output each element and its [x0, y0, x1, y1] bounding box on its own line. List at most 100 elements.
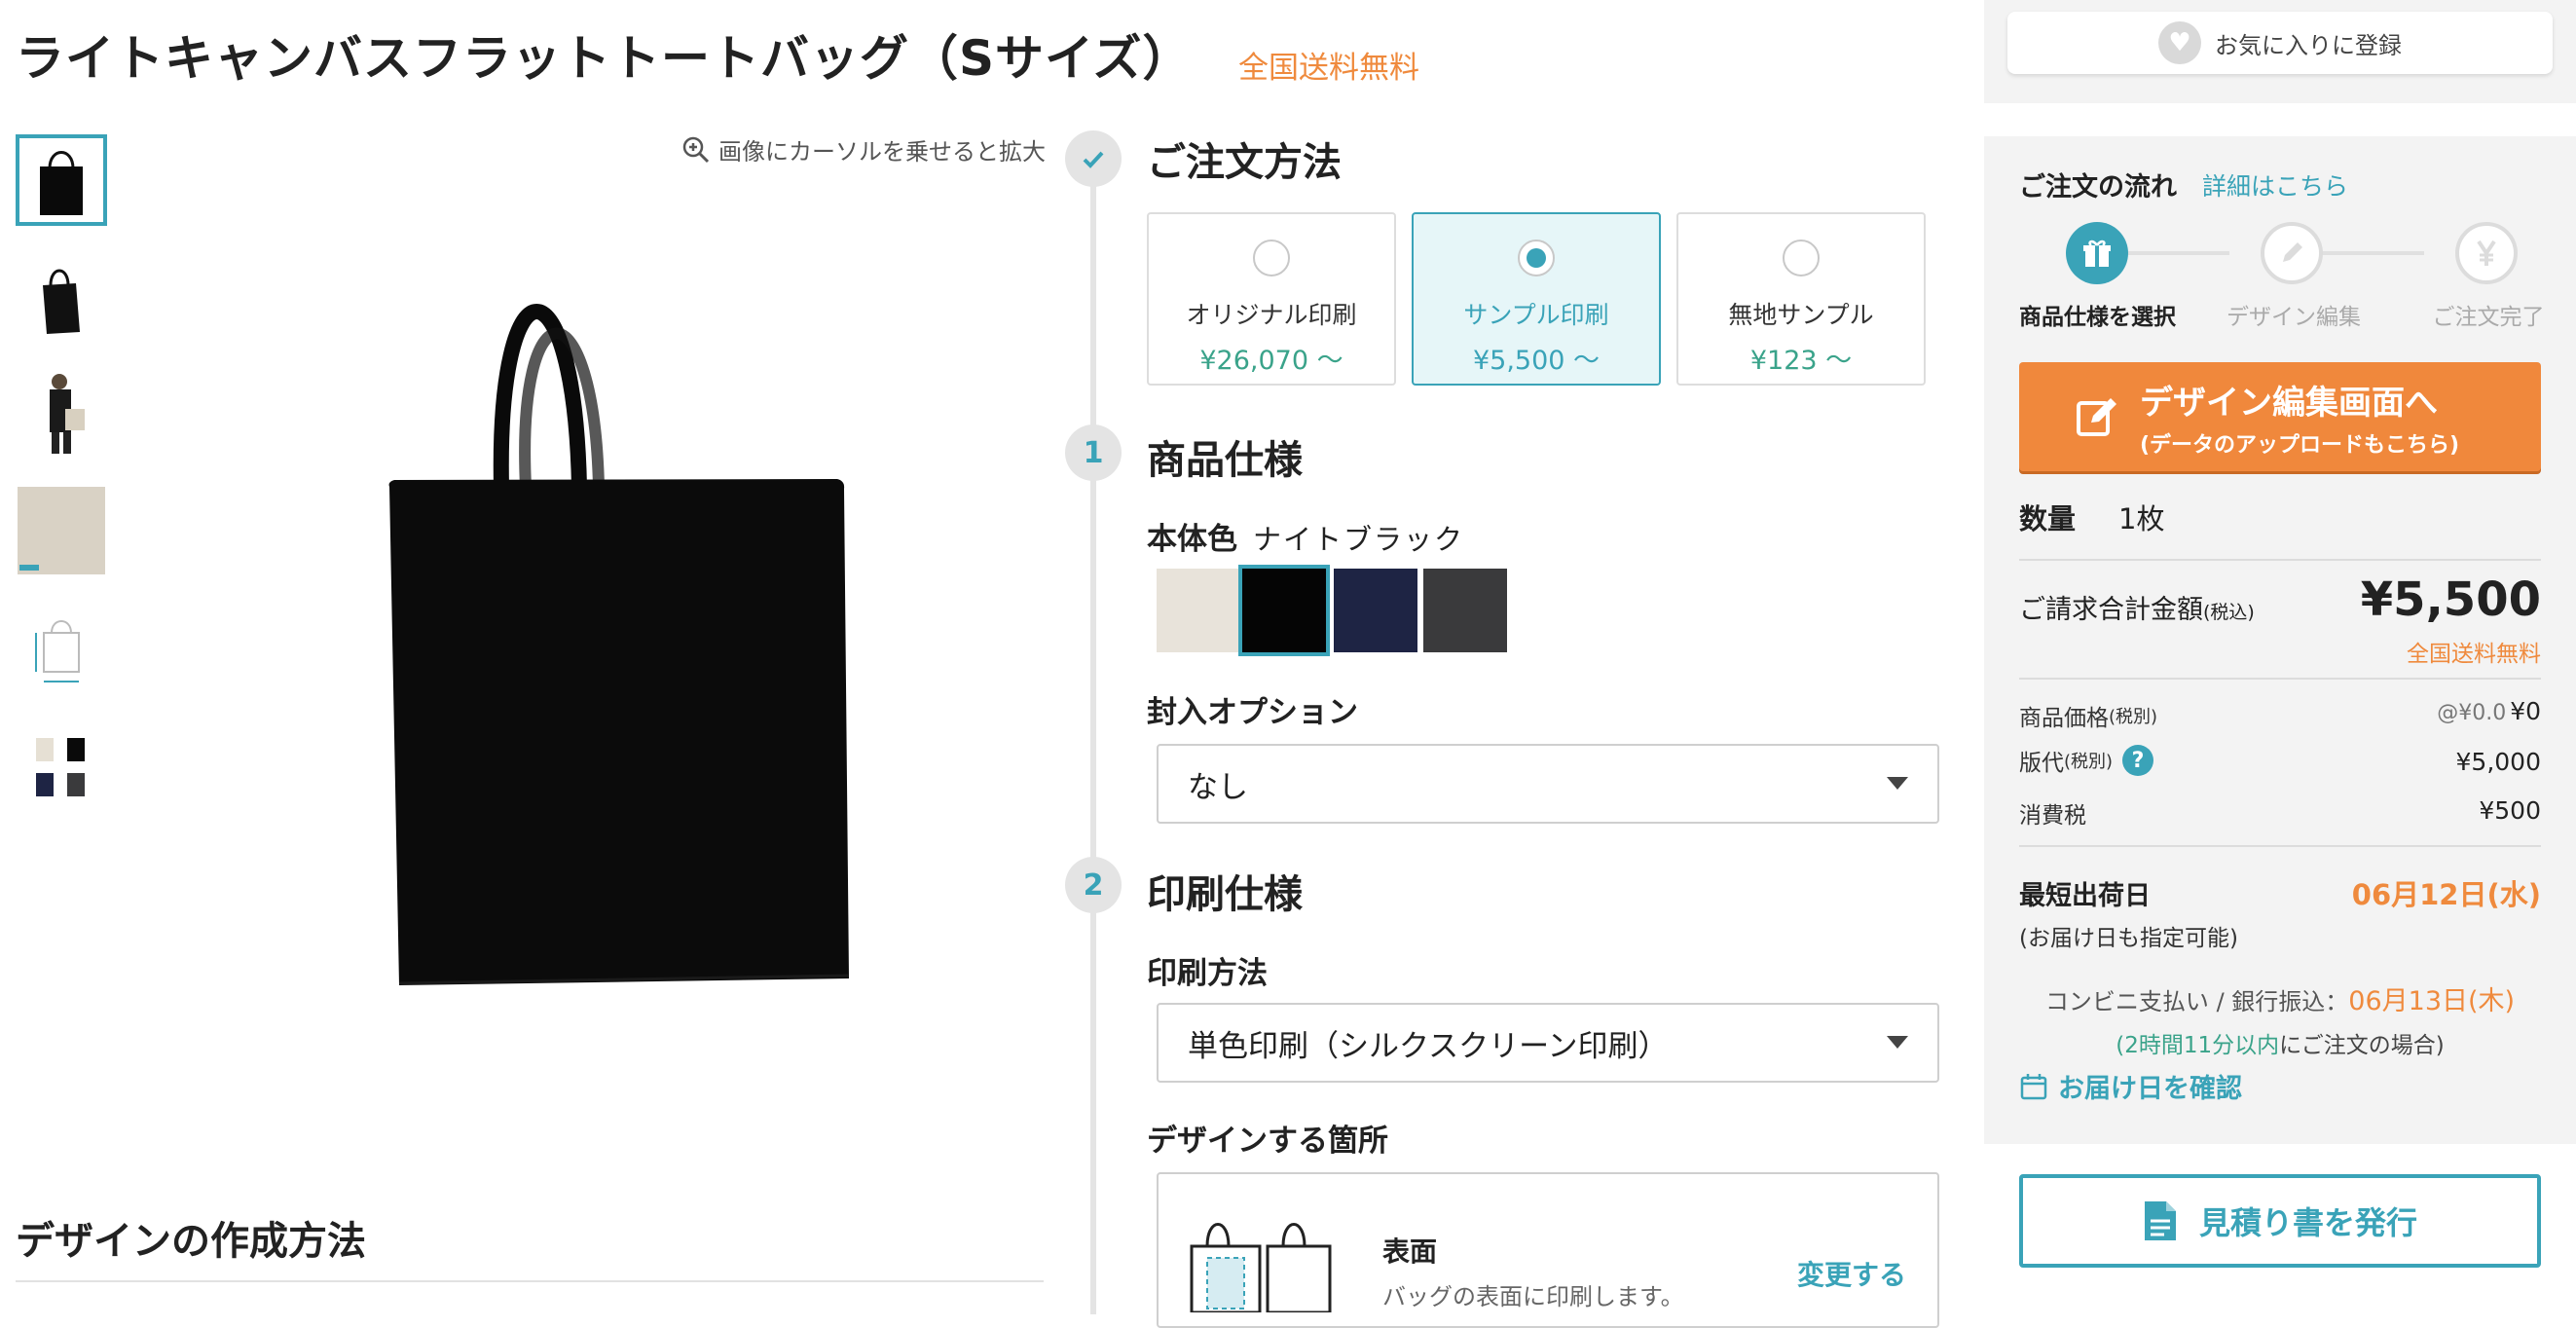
order-option-sample[interactable]: サンプル印刷 ¥5,500 〜 [1412, 212, 1661, 386]
item-unit-price: @¥0.0 [2437, 701, 2507, 725]
check-icon [1083, 151, 1104, 168]
body-color-label-text: 本体色 [1147, 522, 1237, 557]
delivery-date-link[interactable]: お届け日を確認 [2019, 1067, 2242, 1105]
thumbnail-2[interactable] [16, 253, 107, 345]
design-area-name: 表面 [1382, 1236, 1438, 1268]
body-color-label: 本体色 ナイトブラック [1147, 514, 1464, 558]
convenience-sub-note: (2時間11分以内にご注文の場合) [2116, 1033, 2445, 1058]
design-area-desc: バッグの表面に印刷します。 [1382, 1283, 1684, 1310]
quantity-value: 1枚 [2118, 502, 2165, 535]
size-chart-icon [35, 620, 80, 682]
plate-fee-value: ¥5,000 [2455, 748, 2541, 776]
divider [2019, 678, 2541, 680]
calendar-icon [2020, 1073, 2047, 1099]
design-editor-button[interactable]: デザイン編集画面へ (データのアップロードもこちら) [2019, 362, 2541, 471]
zoom-hint-text: 画像にカーソルを乗せると拡大 [718, 138, 1046, 166]
caret-down-icon [1887, 1036, 1908, 1049]
order-option-blank[interactable]: 無地サンプル ¥123 〜 [1676, 212, 1926, 386]
total-shipping-note: 全国送料無料 [2407, 642, 2541, 667]
order-option-price: ¥5,500 〜 [1472, 346, 1601, 376]
favorite-button[interactable]: ♥ お気に入りに登録 [2007, 12, 2553, 74]
convenience-payment-line: コンビニ支払い / 銀行振込：06月13日(木) [2044, 986, 2516, 1016]
flow-step-label: デザイン編集 [2226, 305, 2361, 330]
print-method-value: 単色印刷（シルクスクリーン印刷） [1188, 1028, 1669, 1064]
radio-blank[interactable] [1783, 240, 1820, 277]
print-spec-title: 印刷仕様 [1147, 872, 1303, 917]
free-shipping-badge: 全国送料無料 [1238, 51, 1419, 86]
color-variations-icon [36, 738, 85, 796]
step-number-1: 1 [1065, 424, 1122, 481]
print-method-select[interactable]: 単色印刷（シルクスクリーン印刷） [1157, 1003, 1939, 1083]
swatch-charcoal[interactable] [1423, 569, 1507, 652]
swatch-night-black[interactable] [1238, 565, 1330, 656]
thumbnail-6[interactable] [16, 719, 107, 810]
thumbnail-5[interactable] [16, 602, 107, 693]
help-icon[interactable]: ? [2122, 745, 2154, 776]
earliest-ship-date: 06月12日(水) [2351, 878, 2541, 911]
order-flow-title: ご注文の流れ [2019, 172, 2177, 203]
step-check [1065, 130, 1122, 187]
order-option-name: サンプル印刷 [1463, 301, 1609, 329]
main-product-image[interactable] [360, 243, 866, 993]
divider [16, 1280, 1044, 1282]
total-tax-note: (税込) [2203, 602, 2255, 623]
zoom-hint: 画像にカーソルを乗せると拡大 [681, 132, 1046, 166]
order-method-title: ご注文方法 [1147, 140, 1342, 185]
document-icon [2144, 1201, 2176, 1240]
flow-step-label: 商品仕様を選択 [2019, 305, 2176, 330]
swatch-natural[interactable] [1157, 569, 1240, 652]
bag-front-back-icon [1190, 1223, 1332, 1312]
design-button-line2: (データのアップロードもこちら) [2140, 432, 2460, 458]
flow-step-label: ご注文完了 [2432, 305, 2545, 330]
divider [2019, 559, 2541, 561]
order-option-price: ¥26,070 〜 [1199, 346, 1343, 376]
design-guide-heading: デザインの作成方法 [16, 1219, 366, 1264]
edit-icon [2077, 398, 2116, 436]
thumbnail-3[interactable] [16, 368, 107, 460]
insert-option-label: 封入オプション [1147, 695, 1358, 730]
convenience-date: 06月13日(木) [2348, 986, 2516, 1016]
product-title: ライトキャンバスフラットトートバッグ（Sサイズ） [16, 30, 1193, 87]
earliest-ship-note: (お届け日も指定可能) [2019, 926, 2238, 951]
step-rail [1090, 156, 1096, 1314]
heart-icon: ♥ [2158, 21, 2201, 64]
issue-quote-button[interactable]: 見積り書を発行 [2019, 1174, 2541, 1268]
quantity-label: 数量 [2019, 502, 2077, 535]
divider [2019, 845, 2541, 847]
design-button-line1: デザイン編集画面へ [2140, 383, 2438, 423]
thumbnail-4[interactable] [16, 485, 107, 576]
tax-value: ¥500 [2479, 796, 2541, 825]
model-photo-icon [50, 374, 85, 454]
caret-down-icon [1887, 777, 1908, 790]
fabric-texture-icon [18, 487, 105, 574]
step-number-2: 2 [1065, 857, 1122, 913]
pencil-icon [2261, 222, 2323, 284]
earliest-ship-label: 最短出荷日 [2019, 881, 2151, 911]
tax-label: 消費税 [2019, 803, 2086, 829]
thumbnail-1[interactable] [16, 134, 107, 226]
print-method-label: 印刷方法 [1147, 956, 1268, 991]
spec-title: 商品仕様 [1147, 438, 1303, 483]
total-price: ¥5,500 [2360, 572, 2541, 627]
tote-bag-side-icon [43, 269, 80, 334]
item-price-value: @¥0.0 ¥0 [2437, 697, 2541, 725]
favorite-label: お気に入りに登録 [2215, 31, 2402, 59]
swatch-navy[interactable] [1334, 569, 1417, 652]
order-flow-detail-link[interactable]: 詳細はこちら [2202, 167, 2348, 203]
item-price-label: 商品価格 (税別) [2019, 706, 2158, 731]
change-area-link[interactable]: 変更する [1797, 1254, 1906, 1293]
gift-icon [2066, 222, 2128, 284]
order-option-price: ¥123 〜 [1749, 346, 1853, 376]
radio-original[interactable] [1253, 240, 1290, 277]
total-label-text: ご請求合計金額 [2019, 595, 2203, 625]
insert-option-select[interactable]: なし [1157, 744, 1939, 824]
yen-icon [2455, 222, 2518, 284]
order-option-name: オリジナル印刷 [1186, 301, 1357, 329]
total-label: ご請求合計金額(税込) [2019, 588, 2255, 626]
design-area-label: デザインする箇所 [1147, 1124, 1388, 1159]
body-color-value: ナイトブラック [1253, 523, 1465, 556]
radio-sample[interactable] [1518, 240, 1555, 277]
tote-bag-thumb-icon [40, 151, 83, 215]
insert-option-value: なし [1188, 769, 1248, 805]
order-option-original[interactable]: オリジナル印刷 ¥26,070 〜 [1147, 212, 1396, 386]
